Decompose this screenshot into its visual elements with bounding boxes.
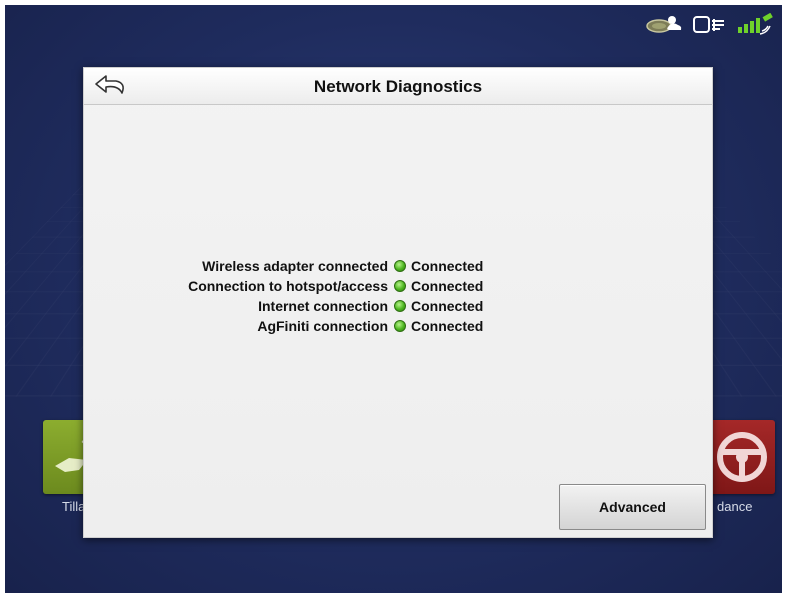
network-diagnostics-dialog: Network Diagnostics Wireless adapter con…: [83, 67, 713, 538]
gps-satellite-icon[interactable]: [736, 13, 776, 37]
status-indicator-icon: [394, 320, 406, 332]
guidance-tile-label: dance: [717, 499, 753, 514]
status-indicator-icon: [394, 280, 406, 292]
status-row-wireless-adapter: Wireless adapter connected Connected: [154, 256, 614, 276]
status-label: Wireless adapter connected: [202, 258, 388, 274]
guidance-tile[interactable]: [709, 420, 775, 494]
status-label: Connection to hotspot/access: [188, 278, 388, 294]
status-label: AgFiniti connection: [257, 318, 388, 334]
status-value: Connected: [411, 258, 484, 274]
status-value: Connected: [411, 318, 484, 334]
dialog-title: Network Diagnostics: [313, 77, 483, 96]
display-link-icon[interactable]: [690, 13, 730, 37]
advanced-button[interactable]: Advanced: [559, 484, 706, 530]
status-bar: [644, 11, 776, 39]
status-row-internet: Internet connection Connected: [154, 296, 614, 316]
status-indicator-icon: [394, 260, 406, 272]
status-row-agfiniti: AgFiniti connection Connected: [154, 316, 614, 336]
status-label: Internet connection: [258, 298, 388, 314]
status-value: Connected: [411, 298, 484, 314]
status-indicator-icon: [394, 300, 406, 312]
connection-status-list: Wireless adapter connected Connected Con…: [154, 256, 614, 336]
cloud-sync-icon[interactable]: [644, 13, 684, 37]
dialog-header: Network Diagnostics: [84, 68, 712, 105]
tillage-tile-label: Tilla: [62, 499, 86, 514]
status-value: Connected: [411, 278, 484, 294]
status-row-hotspot: Connection to hotspot/access Connected: [154, 276, 614, 296]
